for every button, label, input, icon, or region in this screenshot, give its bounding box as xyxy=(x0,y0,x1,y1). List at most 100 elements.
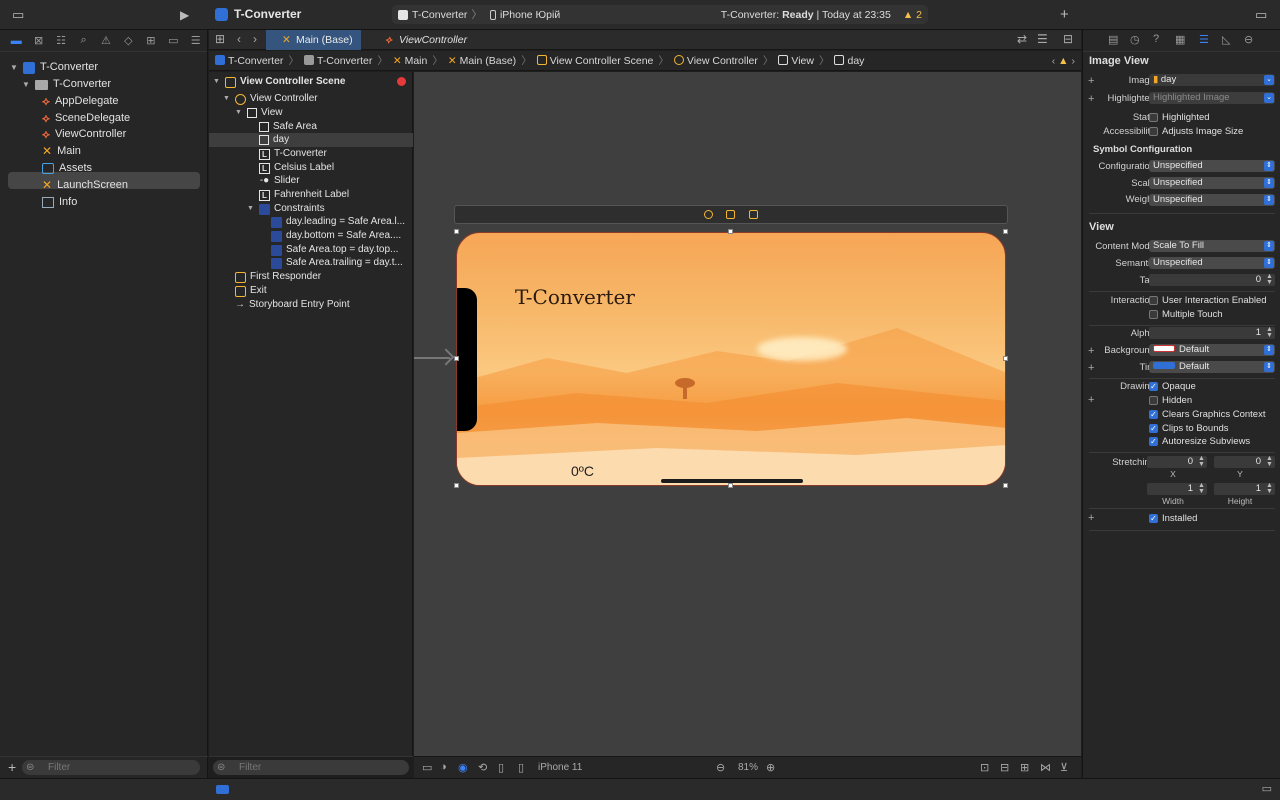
semantic-popup[interactable]: Unspecified ⇕ xyxy=(1149,257,1275,269)
tree-item[interactable]: ✕ Main xyxy=(42,143,81,160)
breadcrumb-item[interactable]: View xyxy=(778,54,814,67)
outline-item[interactable]: ▼ View xyxy=(235,106,283,120)
resize-handle[interactable] xyxy=(454,356,459,361)
outline-item[interactable]: ▼ View Controller Scene xyxy=(213,75,345,89)
tree-item[interactable]: ⟡ SceneDelegate xyxy=(42,110,130,127)
disclosure-icon[interactable]: ▼ xyxy=(22,76,30,93)
storyboard-entry-arrow[interactable] xyxy=(414,357,450,359)
scene-dock[interactable] xyxy=(454,205,1008,224)
tab-main-base[interactable]: ✕ Main (Base) xyxy=(266,30,361,50)
tree-item[interactable]: Assets xyxy=(42,160,92,177)
navigator-filter-input[interactable]: ⊜ Filter xyxy=(22,760,200,775)
stepper-icon[interactable]: ▲ ▼ xyxy=(1197,482,1206,495)
appearance-icon[interactable]: ◑ xyxy=(440,761,447,773)
content-mode-popup[interactable]: Scale To Fill ⇕ xyxy=(1149,240,1275,252)
tint-color-popup[interactable]: Default ⇕ xyxy=(1149,361,1275,373)
breadcrumb-item[interactable]: ✕ Main (Base) xyxy=(448,55,516,67)
opaque-checkbox[interactable]: ✓ Opaque xyxy=(1149,381,1196,392)
layout-icon[interactable]: ▯ xyxy=(498,761,504,774)
outline-item[interactable]: L Celsius Label xyxy=(259,161,334,175)
debug-area-toggle[interactable] xyxy=(216,785,229,794)
highlighted-image-combo[interactable]: Highlighted Image ⌄ xyxy=(1149,92,1275,104)
split-editor-icon[interactable]: ⊟ xyxy=(1063,32,1073,46)
resize-handle[interactable] xyxy=(728,483,733,488)
warning-badge[interactable]: ▲ 2 xyxy=(903,9,922,21)
add-variation-button[interactable]: + xyxy=(1088,345,1094,357)
debug-toggle-icon[interactable]: ⊻ xyxy=(1060,761,1068,774)
adjusts-image-size-checkbox[interactable]: Adjusts Image Size xyxy=(1149,126,1243,137)
chevron-down-icon[interactable]: ⌄ xyxy=(1264,75,1274,85)
error-badge[interactable] xyxy=(397,77,406,86)
stretch-x-field[interactable]: 0 ▲ ▼ xyxy=(1147,455,1207,468)
highlighted-checkbox[interactable]: Highlighted xyxy=(1149,112,1210,123)
breakpoint-icon[interactable]: ▭ xyxy=(162,34,184,47)
back-icon[interactable]: ‹ xyxy=(237,32,241,46)
first-responder-icon[interactable] xyxy=(726,210,735,219)
tree-item[interactable]: ▼ T-Converter xyxy=(22,76,111,93)
outline-item[interactable]: L Fahrenheit Label xyxy=(259,188,349,202)
device-frame[interactable]: T-Converter 0ºC xyxy=(456,232,1006,486)
outline-item[interactable]: Safe Area xyxy=(259,120,317,134)
multiple-touch-checkbox[interactable]: Multiple Touch xyxy=(1149,309,1223,320)
symbol-icon[interactable]: ☷ xyxy=(50,34,72,47)
inspector-toggle-icon[interactable]: ▭ xyxy=(1255,7,1267,23)
disclosure-icon[interactable]: ▼ xyxy=(10,59,18,76)
outline-item[interactable]: Safe Area.top = day.top... xyxy=(271,243,398,257)
help-icon[interactable]: ? xyxy=(1153,33,1159,45)
scheme-selector[interactable]: T-Converter xyxy=(412,9,467,21)
resolve-issues-icon[interactable]: ⋈ xyxy=(1040,761,1051,774)
add-variation-button[interactable]: + xyxy=(1088,362,1094,374)
stretch-y-field[interactable]: 0 ▲ ▼ xyxy=(1214,455,1275,468)
add-variation-button[interactable]: + xyxy=(1088,75,1094,87)
refresh-icon[interactable]: ⇄ xyxy=(1017,32,1027,46)
connections-icon[interactable]: ⊖ xyxy=(1244,33,1253,46)
installed-checkbox[interactable]: ✓ Installed xyxy=(1149,513,1197,524)
tree-item[interactable]: ✕ LaunchScreen xyxy=(42,177,128,194)
outline-item[interactable]: → Storyboard Entry Point xyxy=(235,298,350,312)
attributes-icon[interactable]: ☰ xyxy=(1199,33,1209,46)
embed-icon[interactable]: ⊡ xyxy=(980,761,989,774)
resize-handle[interactable] xyxy=(1003,229,1008,234)
stretch-width-field[interactable]: 1 ▲ ▼ xyxy=(1147,482,1207,495)
add-variation-button[interactable]: + xyxy=(1088,512,1094,524)
accessibility-icon[interactable]: ◉ xyxy=(458,761,468,774)
zoom-out-icon[interactable]: ⊖ xyxy=(716,761,725,774)
tree-item[interactable]: ⟡ ViewController xyxy=(42,126,126,143)
breadcrumb-item[interactable]: View Controller Scene xyxy=(536,54,653,67)
stepper-icon[interactable]: ▲ ▼ xyxy=(1265,482,1274,495)
clips-to-bounds-checkbox[interactable]: ✓ Clips to Bounds xyxy=(1149,423,1229,434)
add-file-button[interactable]: + xyxy=(8,759,16,775)
add-library-button[interactable]: + xyxy=(1060,7,1069,23)
file-icon[interactable]: ▤ xyxy=(1108,33,1118,46)
breadcrumb-item[interactable]: T-Converter xyxy=(215,54,283,67)
stepper-icon[interactable]: ▲ ▼ xyxy=(1265,326,1274,339)
add-variation-button[interactable]: + xyxy=(1088,394,1094,406)
orientation-icon[interactable]: ⟲ xyxy=(478,761,487,774)
background-color-popup[interactable]: Default ⇕ xyxy=(1149,344,1275,356)
align-icon[interactable]: ⊟ xyxy=(1000,761,1009,774)
breadcrumb-item[interactable]: day xyxy=(834,54,864,67)
image-combo[interactable]: ▮ day ⌄ xyxy=(1149,74,1275,86)
scale-popup[interactable]: Unspecified ⇕ xyxy=(1149,177,1275,189)
breadcrumb-item[interactable]: View Controller xyxy=(673,54,758,67)
test-icon[interactable]: ◇ xyxy=(117,34,139,47)
folder-icon[interactable]: ▬ xyxy=(5,35,27,47)
device-config-label[interactable]: iPhone 11 xyxy=(538,762,582,773)
storyboard-canvas[interactable]: T-Converter 0ºC xyxy=(414,72,1081,756)
outline-item[interactable]: ▼ View Controller xyxy=(223,92,318,106)
outline-item[interactable]: Exit xyxy=(235,284,267,298)
outline-filter-input[interactable]: ⊜ Filter xyxy=(213,760,409,775)
stepper-icon[interactable]: ▲ ▼ xyxy=(1265,455,1274,468)
sidebar-toggle-icon[interactable]: ▭ xyxy=(12,7,24,23)
issue-navigation[interactable]: ‹ ▲ › xyxy=(1052,55,1075,67)
history-icon[interactable]: ◷ xyxy=(1130,33,1140,46)
stretch-height-field[interactable]: 1 ▲ ▼ xyxy=(1214,482,1275,495)
tab-viewcontroller[interactable]: ⟡ ViewController xyxy=(369,30,469,50)
celsius-label[interactable]: 0ºC xyxy=(571,463,594,479)
resize-handle[interactable] xyxy=(728,229,733,234)
app-title-label[interactable]: T-Converter xyxy=(515,285,635,309)
autoresize-checkbox[interactable]: ✓ Autoresize Subviews xyxy=(1149,436,1250,447)
outline-item[interactable]: First Responder xyxy=(235,270,321,284)
search-icon[interactable]: ⌕ xyxy=(72,34,94,47)
resize-handle[interactable] xyxy=(1003,483,1008,488)
